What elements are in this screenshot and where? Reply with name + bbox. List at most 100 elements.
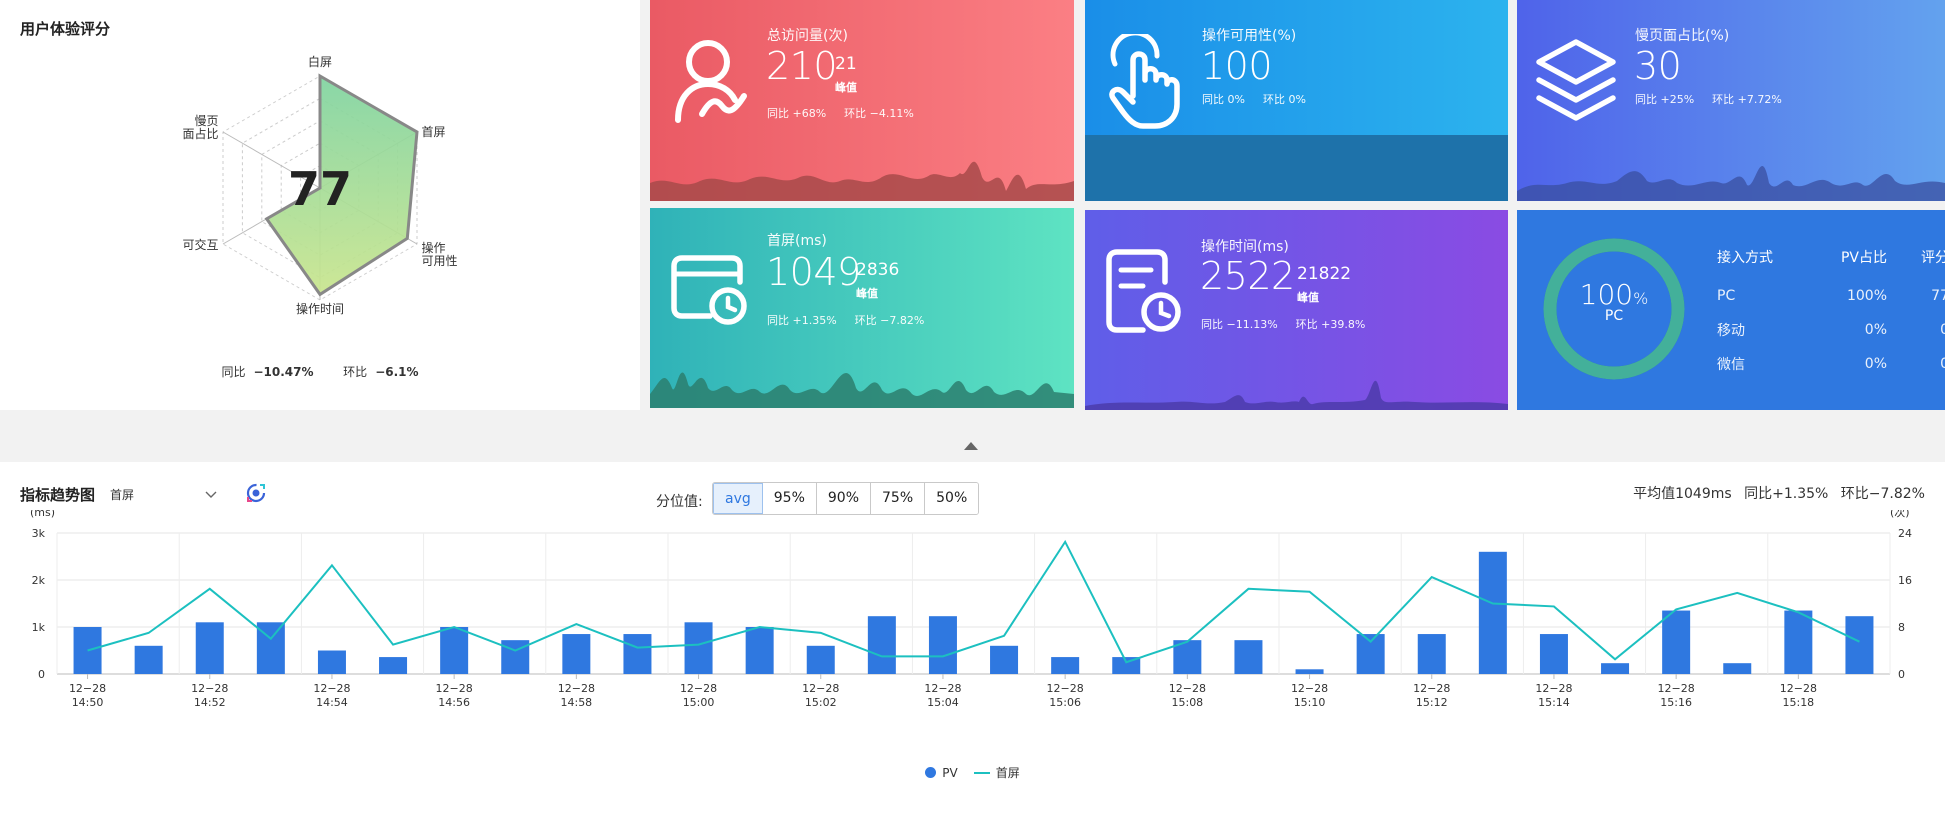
legend-pv[interactable]: PV xyxy=(925,764,958,781)
score-value: 77 xyxy=(288,162,352,216)
x-tick-label: 12−28 14:50 xyxy=(69,682,106,709)
score-yoy-label: 同比 xyxy=(221,365,246,379)
pv-bar xyxy=(928,616,957,674)
score-comparison: 同比 −10.47% 环比 −6.1% xyxy=(0,363,640,380)
access-row-name: 微信 xyxy=(1717,357,1745,373)
percentile-label: 分位值: xyxy=(656,494,703,510)
layers-icon xyxy=(1536,39,1616,121)
ring-center-text: 100% PC xyxy=(1542,278,1686,324)
score-yoy-value: −10.47% xyxy=(253,365,314,379)
operation-time-value: 2522 xyxy=(1200,254,1295,298)
access-row: PC 100% 77 xyxy=(1717,279,1945,313)
pv-bar xyxy=(1478,551,1507,674)
x-tick-label: 12−28 15:14 xyxy=(1535,682,1572,709)
radar-axis-label: 操作时间 xyxy=(296,301,344,316)
operation-time-mom: 环比 +39.8% xyxy=(1295,318,1366,331)
pv-bar xyxy=(1295,669,1324,674)
ring-unit: % xyxy=(1633,289,1649,308)
access-table: 接入方式 PV占比 评分 PC 100% 77 移动 0% 0 微信 0% 0 xyxy=(1717,247,1945,381)
first-screen-card[interactable]: 首屏(ms) 1049 2836 峰值 同比 +1.35% 环比 −7.82% xyxy=(650,208,1074,408)
pv-bar xyxy=(1234,640,1263,674)
hand-pointer-icon xyxy=(1109,34,1180,129)
pv-peak: 21 xyxy=(835,54,857,74)
pv-bar xyxy=(195,622,224,674)
y-left-tick: 3k xyxy=(32,527,46,540)
pv-bar xyxy=(623,634,652,674)
radar-axis-label: 慢页面占比 xyxy=(183,114,219,141)
pv-card[interactable]: 总访问量(次) 210 21 峰值 同比 +68% 环比 −4.11% xyxy=(650,0,1074,201)
metric-select[interactable]: 首屏 xyxy=(110,486,218,506)
x-tick-label: 12−28 14:56 xyxy=(436,682,473,709)
trend-avg: 平均值1049ms xyxy=(1633,486,1732,502)
x-tick-label: 12−28 15:02 xyxy=(802,682,839,709)
legend-first-screen[interactable]: 首屏 xyxy=(973,764,1020,781)
slow-page-card[interactable]: 慢页面占比(%) 30 同比 +25% 环比 +7.72% xyxy=(1517,0,1945,201)
trend-stats: 平均值1049ms 同比+1.35% 环比−7.82% xyxy=(1625,483,1925,503)
trend-title: 指标趋势图 xyxy=(20,486,96,504)
pv-wave xyxy=(650,161,1074,201)
radar-axis-label: 白屏 xyxy=(308,54,332,69)
y-right-tick: 16 xyxy=(1898,574,1912,587)
first-screen-line xyxy=(87,539,1860,664)
chart-legend: PV 首屏 xyxy=(0,764,1945,781)
y-left-tick: 1k xyxy=(32,621,46,634)
pv-bar xyxy=(990,645,1019,674)
metric-select-value: 首屏 xyxy=(110,488,135,502)
y-left-tick: 0 xyxy=(38,668,45,681)
pv-bar xyxy=(1723,663,1752,674)
document-clock-icon xyxy=(1106,249,1181,333)
first-screen-label: 首屏(ms) xyxy=(767,233,827,249)
legend-pv-label: PV xyxy=(942,765,958,780)
first-screen-mom: 环比 −7.82% xyxy=(854,314,925,327)
x-tick-label: 12−28 15:10 xyxy=(1291,682,1328,709)
pv-bar xyxy=(1051,657,1080,674)
pv-peak-label: 峰值 xyxy=(835,81,857,94)
operation-time-peak: 21822 xyxy=(1297,264,1352,284)
pv-bar xyxy=(806,645,835,674)
header-pv-share: PV占比 xyxy=(1840,250,1887,266)
operation-time-wave xyxy=(1085,380,1508,410)
target-settings-icon[interactable] xyxy=(245,482,267,504)
pv-bar xyxy=(745,627,774,674)
y-right-tick: 0 xyxy=(1898,668,1905,681)
score-mom-label: 环比 xyxy=(343,365,368,379)
availability-comparison: 同比 0% 环比 0% xyxy=(1202,91,1324,107)
y-right-tick: 8 xyxy=(1898,621,1905,634)
radar-axis-label: 首屏 xyxy=(421,125,445,139)
pv-bar xyxy=(317,650,346,674)
access-row: 移动 0% 0 xyxy=(1717,313,1945,347)
collapse-up-icon[interactable] xyxy=(964,442,978,450)
first-screen-yoy: 同比 +1.35% xyxy=(767,314,837,327)
slow-yoy: 同比 +25% xyxy=(1635,93,1695,106)
pv-bar xyxy=(1601,663,1630,674)
access-row-name: 移动 xyxy=(1717,323,1745,339)
slow-mom: 环比 +7.72% xyxy=(1712,93,1782,106)
operation-time-comparison: 同比 −11.13% 环比 +39.8% xyxy=(1201,316,1383,332)
access-row-share: 100% xyxy=(1846,288,1887,304)
slow-wave xyxy=(1517,166,1945,201)
pv-bar xyxy=(1356,634,1385,674)
x-tick-label: 12−28 14:54 xyxy=(313,682,350,709)
radar-axis-label: 操作可用性 xyxy=(421,240,457,268)
pv-bar xyxy=(562,634,591,674)
first-screen-value: 1049 xyxy=(766,250,861,294)
access-row-score: 0 xyxy=(1940,322,1945,338)
access-method-card[interactable]: 100% PC 接入方式 PV占比 评分 PC 100% 77 移动 0% 0 … xyxy=(1517,210,1945,410)
first-screen-peak: 2836 xyxy=(856,260,900,280)
operation-time-card[interactable]: 操作时间(ms) 2522 21822 峰值 同比 −11.13% 环比 +39.… xyxy=(1085,210,1508,410)
access-table-header: 接入方式 PV占比 评分 xyxy=(1717,247,1945,267)
availability-card[interactable]: 操作可用性(%) 100 同比 0% 环比 0% xyxy=(1085,0,1508,201)
trend-yoy: 同比+1.35% xyxy=(1744,486,1829,502)
slow-comparison: 同比 +25% 环比 +7.72% xyxy=(1635,91,1800,107)
x-tick-label: 12−28 15:00 xyxy=(680,682,717,709)
x-tick-label: 12−28 15:18 xyxy=(1780,682,1817,709)
pv-bar xyxy=(867,616,896,674)
access-row-name: PC xyxy=(1717,288,1736,304)
first-screen-wave xyxy=(650,372,1074,408)
score-radar-chart: 白屏首屏操作可用性操作时间 可交互 慢页面占比 77 xyxy=(183,54,458,316)
x-tick-label: 12−28 15:04 xyxy=(924,682,961,709)
availability-value: 100 xyxy=(1201,44,1273,88)
dashboard: { "score": { "title": "用户体验评分", "value":… xyxy=(0,0,1945,833)
access-row: 微信 0% 0 xyxy=(1717,347,1945,381)
ring-sub-label: PC xyxy=(1604,308,1624,324)
